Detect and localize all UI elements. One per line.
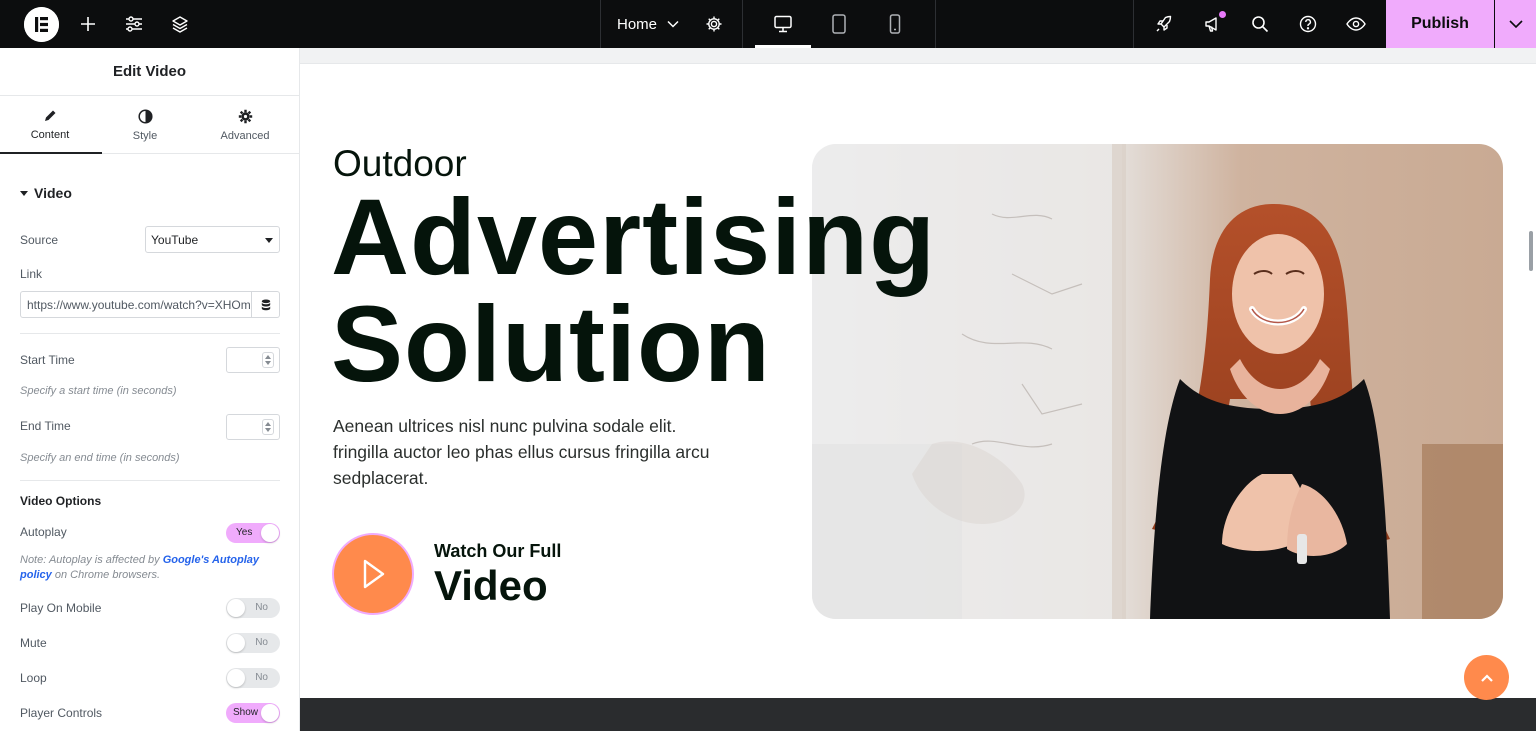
elementor-logo-icon[interactable]	[24, 7, 59, 42]
add-element-icon[interactable]	[76, 0, 100, 48]
divider	[742, 0, 743, 48]
autoplay-label: Autoplay	[20, 525, 67, 539]
player-controls-label: Player Controls	[20, 706, 103, 720]
tab-advanced-label: Advanced	[220, 129, 270, 142]
top-bar: Home Publish	[0, 0, 1536, 48]
canvas-scrollbar[interactable]	[1529, 231, 1533, 271]
autoplay-note-suffix: on Chrome browsers.	[51, 569, 161, 581]
loop-label: Loop	[20, 671, 47, 685]
search-icon[interactable]	[1248, 0, 1272, 48]
page-selector-label: Home	[617, 15, 658, 33]
toggle-state: Yes	[236, 527, 253, 538]
autoplay-toggle[interactable]: Yes	[226, 523, 280, 543]
tab-content[interactable]: Content	[0, 96, 100, 154]
source-select-value: YouTube	[151, 232, 199, 247]
pencil-icon	[45, 110, 56, 121]
divider	[935, 0, 936, 48]
start-time-hint: Specify a start time (in seconds)	[20, 385, 177, 397]
autoplay-note: Note: Autoplay is affected by Google's A…	[20, 553, 280, 583]
help-icon[interactable]	[1296, 0, 1320, 48]
mobile-view-icon[interactable]	[883, 0, 907, 48]
rocket-icon[interactable]	[1152, 0, 1176, 48]
divider	[20, 333, 280, 334]
panel-title: Edit Video	[0, 48, 299, 96]
link-label: Link	[20, 267, 43, 281]
play-video-button[interactable]	[332, 533, 414, 615]
desktop-view-icon[interactable]	[771, 0, 795, 48]
tab-advanced[interactable]: Advanced	[195, 96, 295, 154]
active-tab-indicator	[0, 152, 102, 154]
end-time-hint: Specify an end time (in seconds)	[20, 452, 180, 464]
page-settings-gear-icon[interactable]	[702, 0, 726, 48]
preview-canvas: Outdoor Advertising Solution Aenean ultr…	[300, 48, 1536, 731]
loop-toggle[interactable]: No	[226, 668, 280, 688]
dynamic-tags-database-icon[interactable]	[252, 291, 280, 318]
toggle-state: No	[255, 637, 268, 648]
divider	[20, 480, 280, 481]
end-time-input[interactable]	[226, 414, 280, 440]
number-stepper-icon[interactable]	[262, 352, 274, 368]
tab-content-label: Content	[30, 129, 70, 141]
watch-video-line1[interactable]: Watch Our Full	[434, 541, 561, 562]
tab-style-label: Style	[132, 129, 158, 142]
mute-toggle[interactable]: No	[226, 633, 280, 653]
layers-icon[interactable]	[168, 0, 192, 48]
editor-panel: Edit Video Content Style Advanced Video …	[0, 48, 300, 731]
announcements-megaphone-icon[interactable]	[1201, 0, 1225, 48]
page-selector[interactable]: Home	[617, 0, 679, 48]
gear-icon	[238, 109, 252, 123]
video-options-heading: Video Options	[20, 494, 102, 508]
canvas-top-strip	[300, 48, 1536, 64]
chevron-up-icon	[1480, 673, 1493, 682]
tab-style[interactable]: Style	[95, 96, 195, 154]
play-on-mobile-toggle[interactable]: No	[226, 598, 280, 618]
site-settings-icon[interactable]	[122, 0, 146, 48]
divider	[600, 0, 601, 48]
play-on-mobile-label: Play On Mobile	[20, 601, 102, 615]
preview-eye-icon[interactable]	[1344, 0, 1368, 48]
half-circle-icon	[137, 108, 153, 124]
chevron-down-icon	[667, 20, 679, 28]
source-label: Source	[20, 233, 59, 247]
section-video-toggle[interactable]: Video	[20, 185, 72, 201]
mute-label: Mute	[20, 636, 47, 650]
panel-tabs: Content Style Advanced	[0, 96, 299, 154]
player-controls-toggle[interactable]: Show	[226, 703, 280, 723]
start-time-label: Start Time	[20, 353, 75, 367]
watch-video-line2[interactable]: Video	[434, 562, 548, 610]
start-time-input[interactable]	[226, 347, 280, 373]
end-time-label: End Time	[20, 419, 71, 433]
number-stepper-icon[interactable]	[262, 419, 274, 435]
link-input[interactable]: https://www.youtube.com/watch?v=XHOmBV4j…	[20, 291, 252, 318]
publish-button[interactable]: Publish	[1386, 0, 1494, 48]
hero-heading-line2: Solution	[331, 283, 771, 404]
toggle-state: Show	[233, 707, 259, 718]
autoplay-note-prefix: Note: Autoplay is affected by	[20, 554, 163, 566]
notification-dot	[1219, 11, 1226, 18]
select-caret-icon	[265, 238, 273, 243]
play-icon	[363, 559, 385, 589]
publish-options-chevron-icon[interactable]	[1495, 0, 1536, 48]
source-select[interactable]: YouTube	[145, 226, 280, 253]
caret-down-icon	[20, 190, 28, 196]
section-title: Video	[34, 185, 72, 201]
toggle-state: No	[255, 672, 268, 683]
hero-paragraph: Aenean ultrices nisl nunc pulvina sodale…	[333, 416, 710, 488]
hero-heading-line1: Advertising	[331, 176, 937, 297]
next-section-preview	[300, 698, 1536, 731]
toggle-state: No	[255, 602, 268, 613]
tablet-view-icon[interactable]	[827, 0, 851, 48]
scroll-to-top-button[interactable]	[1464, 655, 1509, 700]
divider	[1133, 0, 1134, 48]
